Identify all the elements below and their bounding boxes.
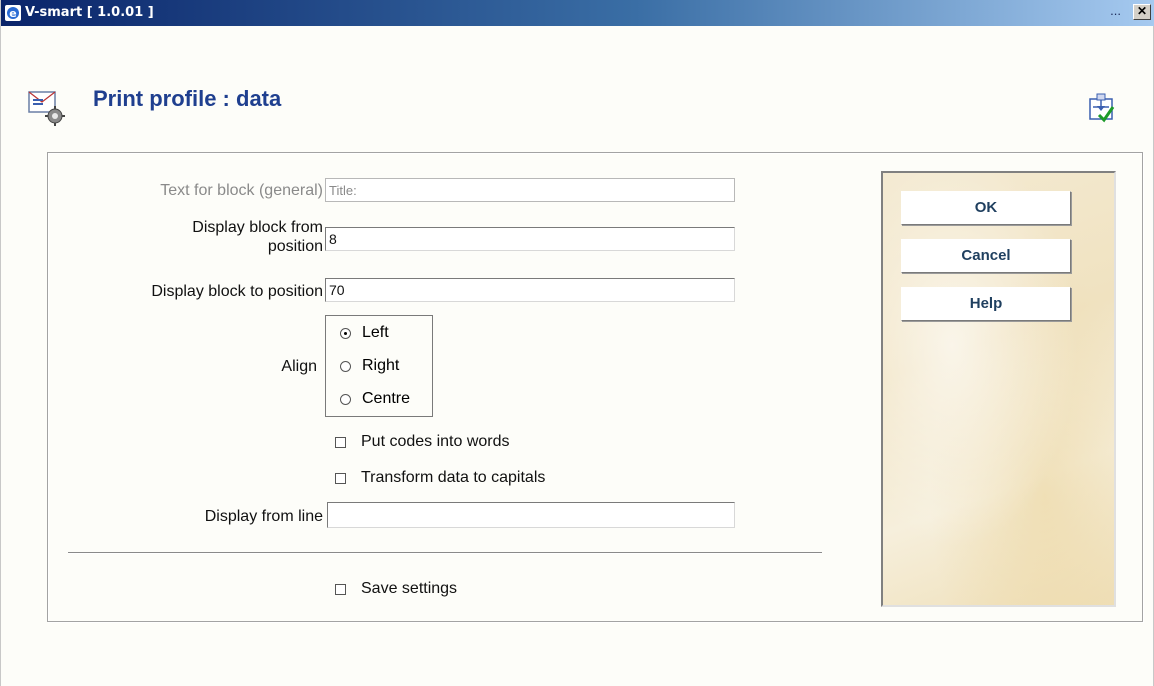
window-title: V-smart [ 1.0.01 ] [25,5,154,20]
align-label: Align [281,358,317,375]
save-settings-label: Save settings [361,580,458,597]
divider [68,552,822,554]
print-profile-icon [28,91,65,126]
display-to-position-label: Display block to position [151,283,323,300]
display-from-position-label-line1: Display block from [192,219,323,236]
page-title: Print profile : data [93,86,282,111]
application-window: e V-smart [ 1.0.01 ] ... ✕ Print profile… [0,0,1154,686]
display-from-position-field[interactable] [325,227,735,251]
help-button[interactable]: Help [901,287,1071,321]
align-option-left-label: Left [362,324,389,341]
transform-to-capitals-label: Transform data to capitals [361,469,546,486]
display-to-position-field[interactable] [325,278,735,302]
cancel-button[interactable]: Cancel [901,239,1071,273]
close-button[interactable]: ✕ [1133,4,1151,20]
close-icon: ✕ [1136,4,1148,18]
display-from-line-field[interactable] [327,502,735,528]
button-panel: OK Cancel Help [881,171,1116,607]
checkbox-icon[interactable] [335,437,346,448]
checkbox-icon[interactable] [335,473,346,484]
put-codes-into-words-label: Put codes into words [361,433,510,450]
text-for-block-label: Text for block (general) [160,182,323,199]
radio-unselected-icon[interactable] [340,394,351,405]
align-radio-group: Left Right Centre [325,315,433,417]
display-from-position-label-line2: position [267,238,323,255]
tree-check-icon[interactable] [1089,93,1115,123]
display-from-line-label: Display from line [204,508,323,525]
radio-selected-icon[interactable] [340,328,351,339]
checkbox-icon[interactable] [335,584,346,595]
display-from-position-label: Display block from position [61,218,323,256]
title-bar[interactable]: e V-smart [ 1.0.01 ] ... ✕ [1,0,1154,26]
ok-button[interactable]: OK [901,191,1071,225]
align-option-centre-label: Centre [362,390,411,407]
align-option-right-label: Right [362,357,400,374]
text-for-block-field [325,178,735,202]
radio-unselected-icon[interactable] [340,361,351,372]
browser-e-icon: e [5,5,21,21]
window-menu-ellipsis[interactable]: ... [1110,3,1121,18]
svg-text:e: e [9,7,16,20]
